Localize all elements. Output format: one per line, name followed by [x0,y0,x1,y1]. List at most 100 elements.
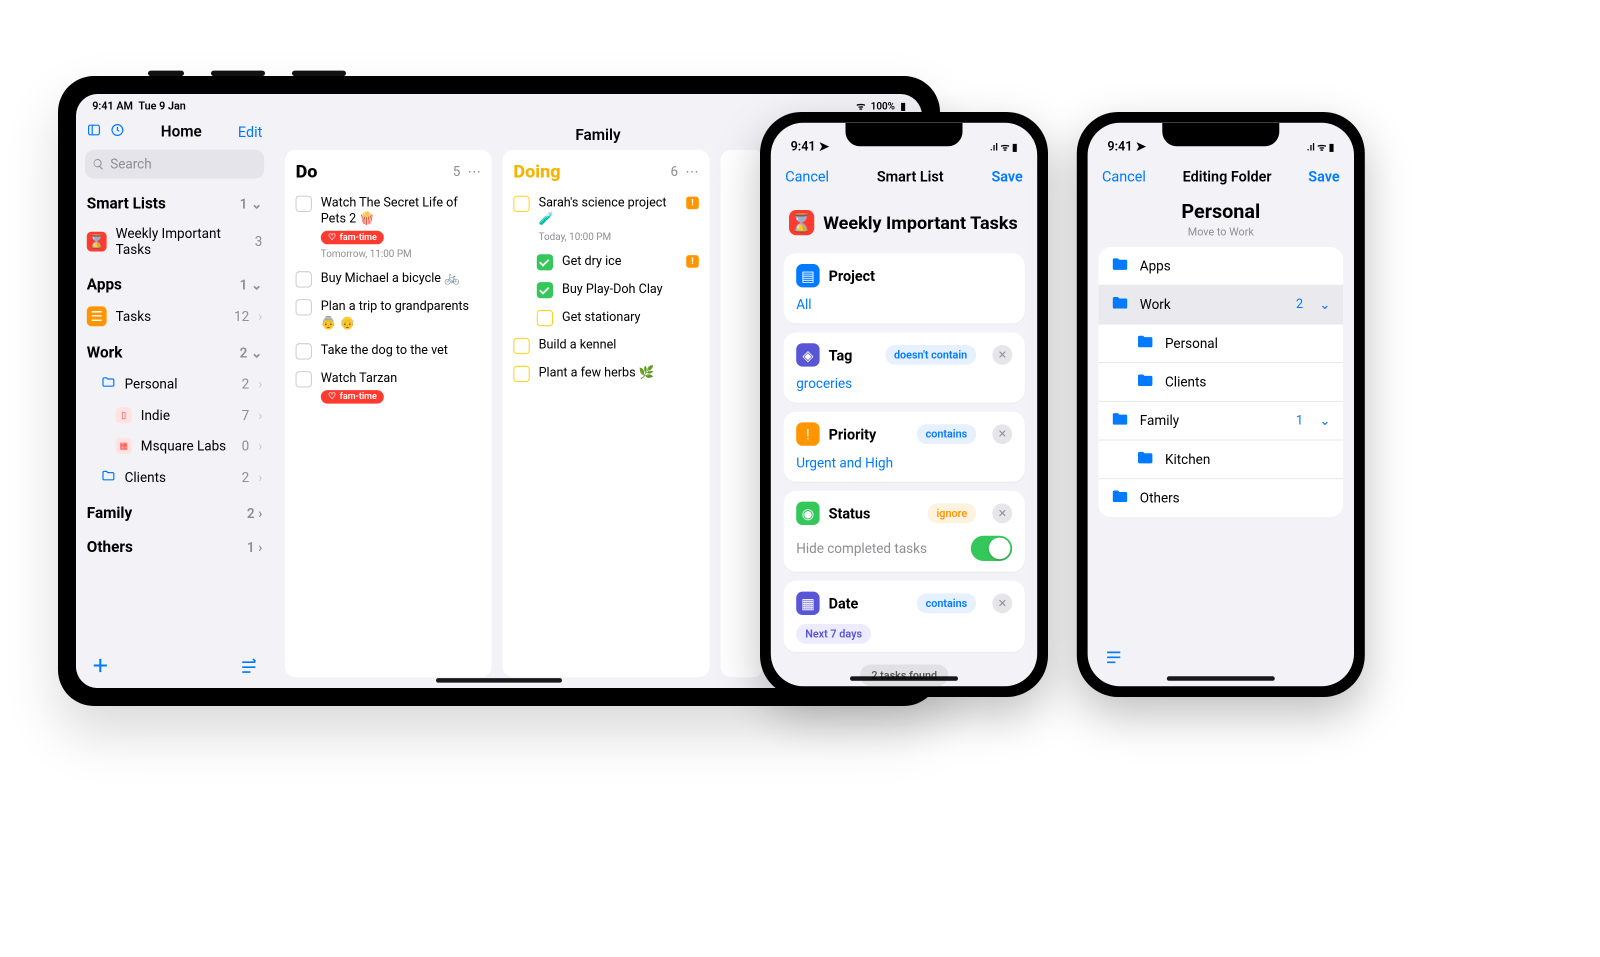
filter-card-project[interactable]: ▤ Project All [783,253,1024,323]
tasks-icon: ☰ [87,306,107,326]
card-value[interactable]: Urgent and High [796,455,1012,471]
sidebar-title: Home [134,123,229,141]
folder-name[interactable]: Personal [1088,201,1354,224]
section-smart-lists[interactable]: Smart Lists 1⌄ [76,184,273,218]
condition-pill[interactable]: contains [916,594,976,614]
card-value[interactable]: All [796,297,1012,313]
sidebar-item-clients[interactable]: Clients 2 › [76,461,273,493]
checkbox[interactable] [296,196,312,212]
task-tag[interactable]: ♡ fam-time [321,231,384,245]
section-apps[interactable]: Apps 1⌄ [76,265,273,299]
folder-row[interactable]: Apps [1098,247,1343,286]
sidebar-toggle-icon[interactable] [87,123,101,141]
condition-pill[interactable]: contains [916,424,976,444]
sidebar-item-tasks[interactable]: ☰ Tasks 12 › [76,299,273,333]
subtask-item[interactable]: Buy Play-Doh Clay [513,276,698,304]
list-settings-icon[interactable] [1104,647,1124,670]
add-button[interactable] [90,656,110,679]
task-item[interactable]: Plant a few herbs 🌿 [513,360,698,388]
section-count: 2 [247,505,255,521]
section-label: Others [87,539,133,557]
checkbox[interactable] [296,272,312,288]
status-time: 9:41 AM [92,99,133,112]
clear-button[interactable]: ✕ [992,594,1012,614]
chevron-down-icon[interactable]: ⌄ [1319,297,1330,313]
section-family[interactable]: Family 2› [76,494,273,528]
column-count: 5 [453,163,461,179]
task-item[interactable]: Sarah's science project 🧪 Today, 10:00 P… [513,189,698,248]
item-count: 3 [255,234,263,250]
task-item[interactable]: Take the dog to the vet [296,337,481,365]
condition-pill[interactable]: ignore [927,504,976,524]
filter-card-priority[interactable]: ! Priority contains ✕ Urgent and High [783,412,1024,482]
condition-pill[interactable]: doesn't contain [885,345,976,365]
cancel-button[interactable]: Cancel [785,168,829,185]
sidebar-item-msquare[interactable]: ▦ Msquare Labs 0 › [76,431,273,462]
checkbox-checked[interactable] [537,255,553,271]
sidebar-item-weekly-important[interactable]: ⌛ Weekly Important Tasks 3 [76,218,273,265]
date-chip[interactable]: Next 7 days [796,624,871,644]
smart-list-title[interactable]: ⌛ Weekly Important Tasks [783,198,1024,245]
chevron-right-icon: › [258,505,262,521]
clear-button[interactable]: ✕ [992,345,1012,365]
folder-row[interactable]: Work2⌄ [1098,286,1343,325]
hide-completed-toggle[interactable] [971,536,1012,561]
sidebar-item-personal[interactable]: Personal 2 › [76,368,273,400]
folder-row[interactable]: Clients [1098,363,1343,402]
folder-row[interactable]: Family1⌄ [1098,402,1343,441]
task-title: Buy Michael a bicycle 🚲 [321,271,481,287]
section-work[interactable]: Work 2⌄ [76,333,273,367]
list-settings-icon[interactable] [239,656,259,679]
sidebar-item-indie[interactable]: ▯ Indie 7 › [76,400,273,431]
chevron-down-icon[interactable]: ⌄ [1319,413,1330,429]
priority-flag-icon [686,197,699,210]
task-item[interactable]: Build a kennel [513,332,698,360]
folder-row[interactable]: Others [1098,479,1343,517]
project-icon: ▤ [796,264,819,287]
checkbox[interactable] [296,371,312,387]
checkbox[interactable] [513,338,529,354]
more-icon[interactable]: ⋯ [685,163,699,179]
task-due: Tomorrow, 11:00 PM [321,248,481,260]
filter-card-tag[interactable]: ◈ Tag doesn't contain ✕ groceries [783,333,1024,403]
card-label: Status [828,505,918,522]
more-icon[interactable]: ⋯ [468,163,482,179]
filter-card-status[interactable]: ◉ Status ignore ✕ Hide completed tasks [783,491,1024,572]
clear-button[interactable]: ✕ [992,504,1012,524]
card-value[interactable]: groceries [796,376,1012,392]
edit-button[interactable]: Edit [238,123,262,140]
task-item[interactable]: Plan a trip to grandparents 👵 👴 [296,293,481,337]
task-tag[interactable]: ♡ fam-time [321,390,384,404]
checkbox[interactable] [537,310,553,326]
checkbox[interactable] [513,366,529,382]
status-time: 9:41 [791,140,816,154]
sidebar-item-label: Msquare Labs [141,438,233,454]
task-title: Build a kennel [539,337,699,353]
checkbox[interactable] [296,343,312,359]
calendar-icon: ▦ [796,592,819,615]
checkbox[interactable] [296,300,312,316]
filter-card-date[interactable]: ▦ Date contains ✕ Next 7 days [783,581,1024,652]
folder-label: Clients [1165,374,1331,390]
checkbox-checked[interactable] [537,282,553,298]
card-label: Priority [828,426,907,443]
column-next-peek[interactable] [720,150,763,677]
clock-icon[interactable] [110,123,124,141]
folder-icon [1111,296,1129,314]
checkbox[interactable] [513,196,529,212]
cancel-button[interactable]: Cancel [1102,168,1146,185]
subtask-item[interactable]: Get dry ice [513,248,698,276]
folder-row[interactable]: Kitchen [1098,441,1343,480]
search-input[interactable]: Search [85,150,264,179]
search-icon [92,158,105,171]
task-item[interactable]: Buy Michael a bicycle 🚲 [296,265,481,293]
task-item[interactable]: Watch The Secret Life of Pets 2 🍿 ♡ fam-… [296,189,481,265]
subtask-item[interactable]: Get stationary [513,304,698,332]
section-others[interactable]: Others 1› [76,528,273,562]
save-button[interactable]: Save [1308,168,1339,185]
clear-button[interactable]: ✕ [992,424,1012,444]
priority-flag-icon [686,255,699,268]
folder-row[interactable]: Personal [1098,324,1343,363]
save-button[interactable]: Save [991,168,1022,185]
task-item[interactable]: Watch Tarzan♡ fam-time [296,365,481,409]
